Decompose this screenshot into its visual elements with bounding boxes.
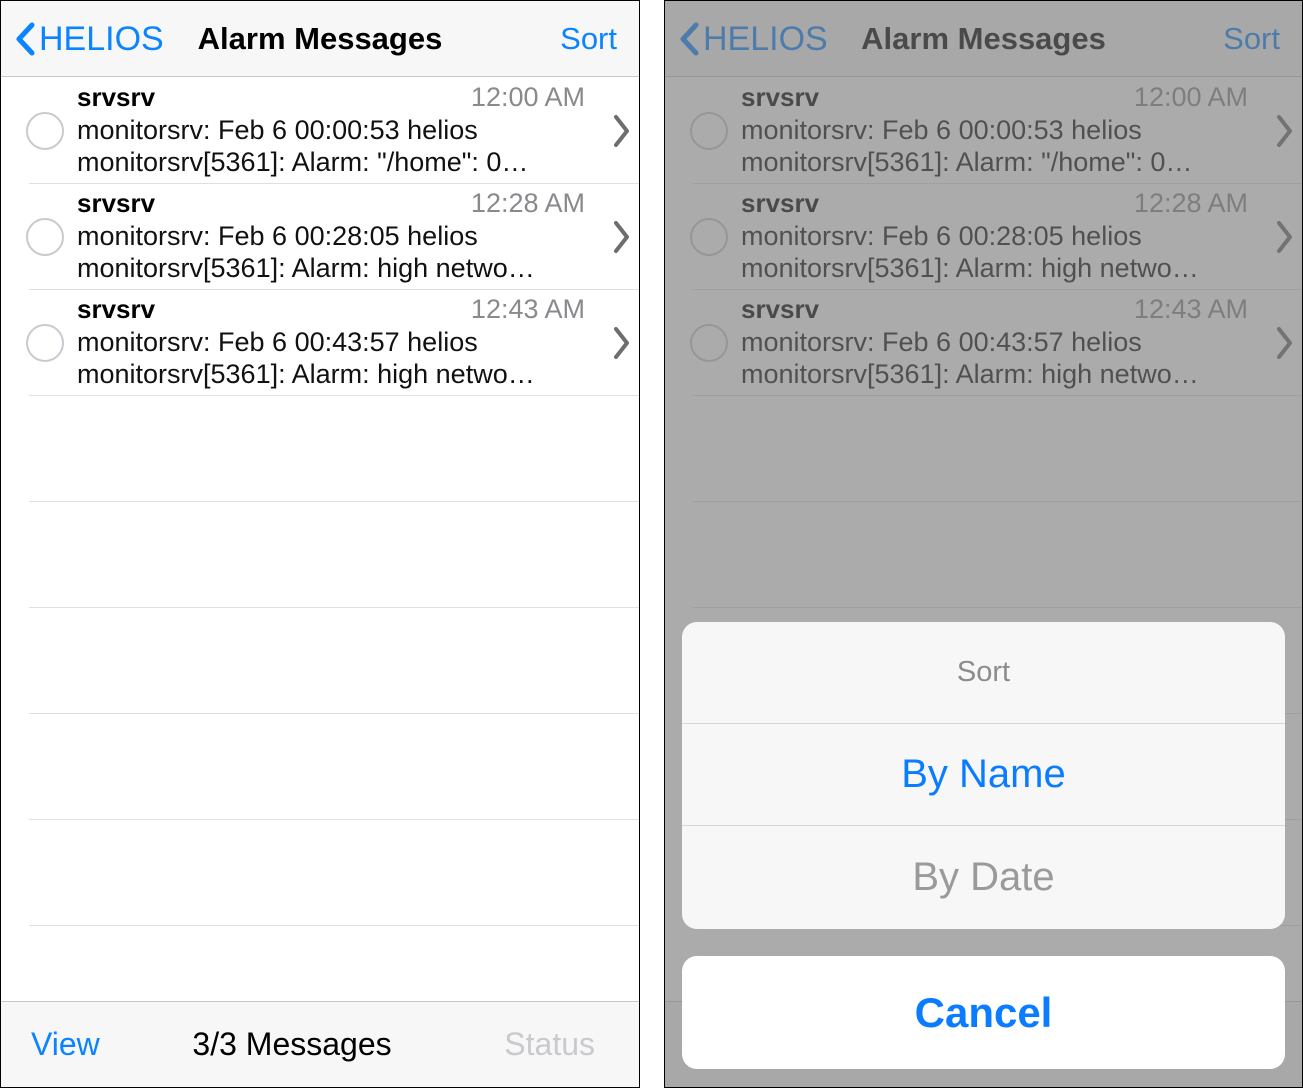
row-timestamp: 12:28 AM: [470, 188, 585, 219]
list-filler-row: [29, 714, 639, 820]
page-title: Alarm Messages: [197, 21, 443, 56]
table-row[interactable]: srvsrv 12:00 AM monitorsrv: Feb 6 00:00:…: [26, 78, 639, 184]
row-checkbox[interactable]: [26, 217, 64, 256]
action-sheet-group: Sort By Name By Date: [682, 622, 1285, 929]
list-filler-row: [29, 502, 639, 608]
navigation-bar: HELIOS Alarm Messages Sort: [1, 1, 639, 77]
list-filler-row: [29, 396, 639, 502]
chevron-right-icon[interactable]: [611, 218, 633, 256]
row-header: srvsrv 12:00 AM: [77, 82, 591, 114]
row-detail-line-2: monitorsrv[5361]: Alarm: high netwo…: [77, 359, 535, 390]
row-header: srvsrv 12:43 AM: [77, 294, 591, 326]
chevron-right-icon[interactable]: [611, 324, 633, 362]
row-checkbox[interactable]: [26, 111, 64, 150]
sort-button[interactable]: Sort: [560, 1, 617, 77]
chevron-right-icon[interactable]: [611, 112, 633, 150]
row-sender: srvsrv: [77, 188, 156, 219]
action-sheet-option-label: By Date: [912, 854, 1055, 899]
row-detail-line-2: monitorsrv[5361]: Alarm: high netwo…: [77, 253, 535, 284]
row-timestamp: 12:43 AM: [470, 294, 585, 325]
message-count-label: 3/3 Messages: [192, 1026, 392, 1062]
status-button: Status: [504, 1026, 595, 1062]
screenshot-stage: HELIOS Alarm Messages Sort srvsrv 12:00 …: [0, 0, 1303, 1088]
row-detail-line-1: monitorsrv: Feb 6 00:00:53 helios: [77, 115, 478, 146]
action-sheet-option-by-date: By Date: [682, 826, 1285, 928]
table-row[interactable]: srvsrv 12:28 AM monitorsrv: Feb 6 00:28:…: [26, 184, 639, 290]
row-header: srvsrv 12:28 AM: [77, 188, 591, 220]
row-detail-line-1: monitorsrv: Feb 6 00:43:57 helios: [77, 327, 478, 358]
row-timestamp: 12:00 AM: [470, 82, 585, 113]
phone-panel-sort-sheet: HELIOS Alarm Messages Sort srvsrv 12:00 …: [664, 0, 1303, 1088]
action-sheet-option-label: By Name: [901, 752, 1066, 796]
row-content: srvsrv 12:00 AM monitorsrv: Feb 6 00:00:…: [77, 82, 591, 179]
action-sheet-title: Sort: [682, 622, 1285, 724]
row-content: srvsrv 12:43 AM monitorsrv: Feb 6 00:43:…: [77, 294, 591, 391]
cancel-button-label: Cancel: [914, 988, 1053, 1036]
row-checkbox[interactable]: [26, 323, 64, 362]
row-sender: srvsrv: [77, 294, 156, 325]
list-filler-row: [29, 820, 639, 926]
alarm-message-list[interactable]: srvsrv 12:00 AM monitorsrv: Feb 6 00:00:…: [1, 78, 639, 1032]
bottom-toolbar: View 3/3 Messages Status: [1, 1001, 639, 1087]
action-sheet-option-by-name[interactable]: By Name: [682, 724, 1285, 826]
list-filler-row: [29, 608, 639, 714]
row-detail-line-1: monitorsrv: Feb 6 00:28:05 helios: [77, 221, 478, 252]
cancel-button[interactable]: Cancel: [682, 956, 1285, 1069]
row-detail-line-2: monitorsrv[5361]: Alarm: "/home": 0…: [77, 147, 529, 178]
row-sender: srvsrv: [77, 82, 156, 113]
phone-panel-list: HELIOS Alarm Messages Sort srvsrv 12:00 …: [0, 0, 640, 1088]
row-content: srvsrv 12:28 AM monitorsrv: Feb 6 00:28:…: [77, 188, 591, 285]
table-row[interactable]: srvsrv 12:43 AM monitorsrv: Feb 6 00:43:…: [26, 290, 639, 396]
